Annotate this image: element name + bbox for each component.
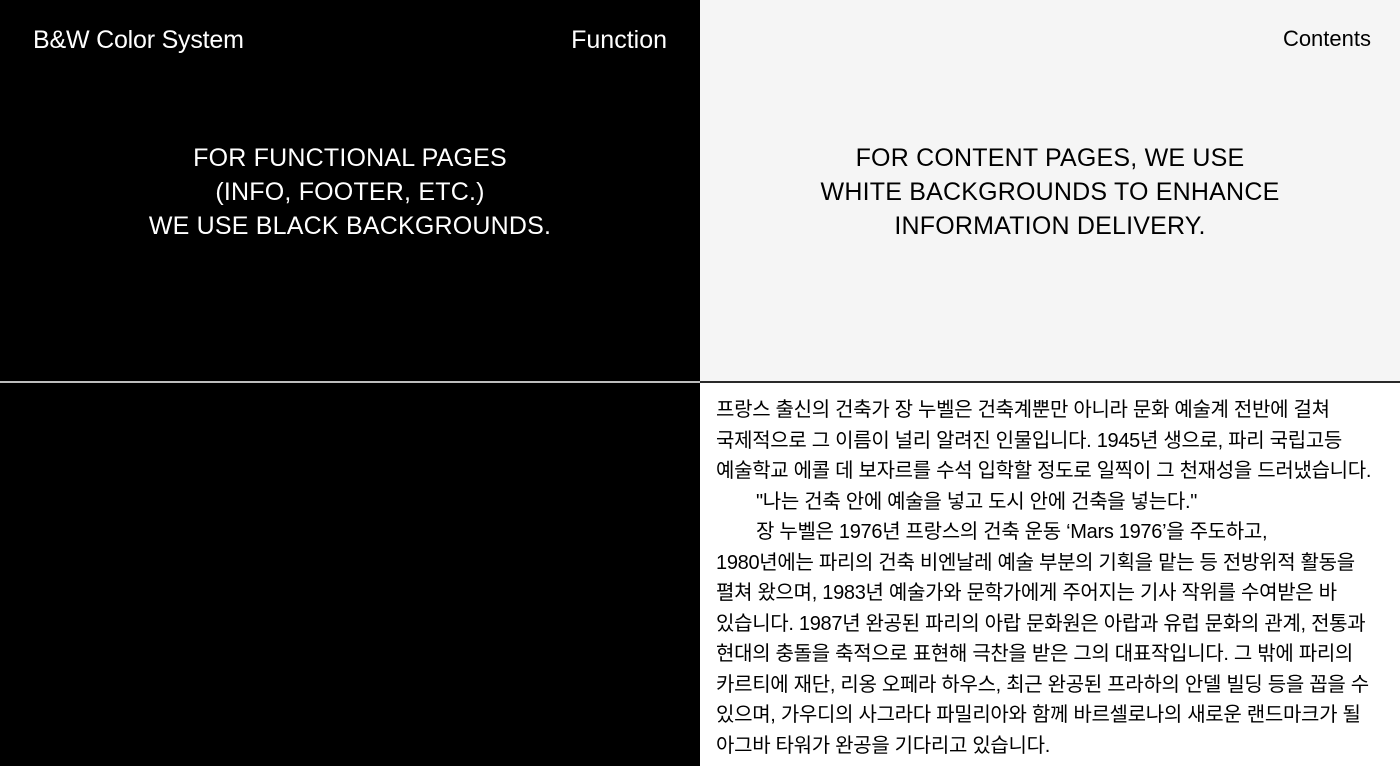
instagram-link[interactable]: Instagram — [374, 548, 456, 574]
function-panel: B&W Color System Function FOR FUNCTIONAL… — [0, 0, 700, 382]
contents-headline-line-3: INFORMATION DELIVERY. — [894, 212, 1206, 240]
article-quote: "나는 건축 안에 예술을 넣고 도시 안에 건축을 넣는다." — [756, 490, 1198, 513]
function-label: Function — [571, 26, 667, 54]
social-links: ↗ Instagram Youtube Facebook — [374, 522, 456, 626]
article-line: 아그바 타워가 완공을 기다리고 있습니다. — [716, 734, 1050, 757]
language-korean[interactable]: 한국어 — [143, 664, 215, 695]
contents-headline: FOR CONTENT PAGES, WE USE WHITE BACKGROU… — [700, 141, 1400, 243]
contents-label: Contents — [1282, 26, 1371, 51]
contents-panel: Contents FOR CONTENT PAGES, WE USE WHITE… — [700, 0, 1400, 382]
store-link[interactable]: 리움스토어 — [374, 698, 451, 724]
function-headline-line-1: FOR FUNCTIONAL PAGES — [193, 144, 507, 172]
youtube-link[interactable]: Youtube — [374, 574, 456, 600]
function-headline-line-3: WE USE BLACK BACKGROUNDS. — [148, 212, 552, 240]
footer-menu-item[interactable]: FAQ — [143, 588, 219, 619]
article-line: 예술학교 에콜 데 보자르를 수석 입학할 정도로 일찍이 그 천재성을 드러냈… — [716, 460, 1372, 482]
article-line: 현대의 충돌을 축적으로 표현해 극찬을 받은 그의 대표작입니다. 그 밖에 … — [716, 643, 1354, 665]
article-line: 있으며, 가우디의 사그라다 파밀리아와 함께 바르셀로나의 새로운 랜드마크가… — [716, 704, 1361, 726]
article-line: 프랑스 출신의 건축가 장 누벨은 건축계뿐만 아니라 문화 예술계 전반에 걸… — [716, 399, 1330, 421]
footer-menu-item[interactable]: 자료 — [143, 557, 219, 588]
function-headline-line-2: (INFO, FOOTER, ETC.) — [215, 178, 485, 206]
footer-menu-item[interactable]: 미술관소개 — [143, 464, 219, 495]
article-line: 있습니다. 1987년 완공된 파리의 아랍 문화원은 아랍과 유럽 문화의 관… — [716, 612, 1366, 635]
language-menu: 한국어 ENGLISH — [143, 664, 215, 726]
login-link[interactable]: 로그인 — [374, 402, 420, 433]
reservation-link[interactable]: 예약 · 예매 — [374, 672, 451, 698]
arrow-up-right-icon: ↗ — [374, 649, 389, 668]
footer-menu-item[interactable]: 관람안내 — [143, 433, 219, 464]
footer-menu-item[interactable]: 공지사항 — [143, 526, 219, 557]
facebook-link[interactable]: Facebook — [374, 600, 456, 626]
contents-headline-line-1: FOR CONTENT PAGES, WE USE — [855, 144, 1245, 172]
arrow-up-right-icon: ↗ — [374, 525, 389, 544]
article-body: 프랑스 출신의 건축가 장 누벨은 건축계뿐만 아니라 문화 예술계 전반에 걸… — [716, 395, 1388, 761]
article-panel: 프랑스 출신의 건축가 장 누벨은 건축계뿐만 아니라 문화 예술계 전반에 걸… — [700, 383, 1400, 766]
footer-menu: 리움나우 관람안내 미술관소개 멤버십안내 공지사항 자료 FAQ — [143, 402, 219, 619]
footer-menu-item[interactable]: 리움나우 — [143, 402, 219, 433]
account-links: 로그인 회원가입 — [374, 402, 516, 433]
article-line: 카르티에 재단, 리옹 오페라 하우스, 최근 완공된 프라하의 안델 빌딩 등… — [716, 673, 1369, 696]
contents-headline-line-2: WHITE BACKGROUNDS TO ENHANCE — [820, 178, 1280, 206]
function-headline: FOR FUNCTIONAL PAGES (INFO, FOOTER, ETC.… — [0, 141, 700, 243]
article-line: 장 누벨은 1976년 프랑스의 건축 운동 ‘Mars 1976’을 주도하고… — [756, 521, 1268, 543]
article-line: 1980년에는 파리의 건축 비엔날레 예술 부분의 기획을 맡는 등 전방위적… — [716, 551, 1355, 574]
signup-link[interactable]: 회원가입 — [456, 402, 517, 433]
extra-links: ↗ 예약 · 예매 리움스토어 — [374, 646, 451, 724]
article-line: 펼쳐 왔으며, 1983년 예술가와 문학가에게 주어지는 기사 작위를 수여받… — [716, 582, 1337, 604]
language-english[interactable]: ENGLISH — [143, 695, 215, 726]
footer-menu-item[interactable]: 멤버십안내 — [143, 495, 219, 526]
brand-title: B&W Color System — [33, 26, 244, 54]
footer-example — [0, 383, 700, 766]
article-line: 국제적으로 그 이름이 널리 알려진 인물입니다. 1945년 생으로, 파리 … — [716, 429, 1343, 452]
